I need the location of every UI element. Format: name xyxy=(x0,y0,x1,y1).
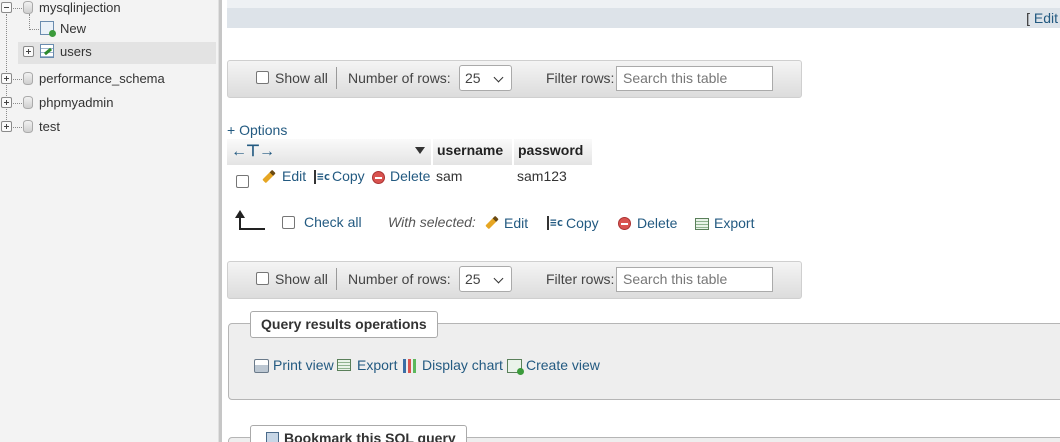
bookmark-legend[interactable]: Bookmark this SQL query xyxy=(250,425,467,442)
with-selected-label: With selected: xyxy=(388,214,476,230)
rows-label: Number of rows: xyxy=(348,70,451,86)
pencil-icon xyxy=(262,169,276,184)
column-resize-icon[interactable]: ←⊤→ xyxy=(231,141,275,161)
chevron-down-icon xyxy=(493,273,504,284)
row-delete-link[interactable]: Delete xyxy=(390,168,430,184)
filter-label: Filter rows: xyxy=(546,271,615,287)
chart-icon xyxy=(403,359,418,373)
column-header-username[interactable]: username xyxy=(433,139,513,165)
table-navigation-top: Show all Number of rows: 25 Filter rows:… xyxy=(227,60,802,98)
filter-search-input[interactable]: Search this table xyxy=(616,66,773,91)
show-all-label[interactable]: Show all xyxy=(275,271,328,287)
separator xyxy=(336,67,337,89)
pencil-icon xyxy=(485,215,499,230)
database-icon xyxy=(23,96,33,109)
create-view-link[interactable]: Create view xyxy=(526,357,600,373)
tree-item-label[interactable]: New xyxy=(60,21,86,36)
bookmark-icon xyxy=(266,432,279,442)
chevron-down-icon xyxy=(493,72,504,83)
separator xyxy=(336,268,337,290)
edit-inline-link[interactable]: [ Edit i xyxy=(1026,10,1060,26)
export-link[interactable]: Export xyxy=(357,357,397,373)
check-all-checkbox[interactable] xyxy=(282,216,295,229)
query-results-operations: Query results operations Print view Expo… xyxy=(228,311,1060,400)
column-header-password[interactable]: password xyxy=(514,139,593,165)
row-copy-link[interactable]: Copy xyxy=(332,168,365,184)
bulk-delete-button[interactable]: Delete xyxy=(637,215,677,231)
delete-icon xyxy=(372,171,385,184)
show-all-checkbox[interactable] xyxy=(256,272,269,285)
copy-icon: ≡c xyxy=(314,170,330,184)
rows-select-value: 25 xyxy=(465,271,481,287)
print-icon xyxy=(254,359,269,373)
collapse-icon[interactable] xyxy=(1,2,12,13)
copy-icon: ≡c xyxy=(547,216,563,230)
row-checkbox[interactable] xyxy=(236,175,249,188)
tree-item-users[interactable]: users xyxy=(18,42,216,64)
tree-item-test[interactable]: test xyxy=(0,117,216,139)
tree-item-label[interactable]: mysqlinjection xyxy=(39,0,121,15)
query-ops-legend: Query results operations xyxy=(250,311,438,338)
tree-item-performance-schema[interactable]: performance_schema xyxy=(0,69,216,91)
delete-icon xyxy=(618,217,631,230)
sql-query-bar: [ Edit i xyxy=(227,0,1060,28)
navigation-sidebar: mysqlinjection New users performance_sch… xyxy=(0,0,219,442)
display-chart-link[interactable]: Display chart xyxy=(422,357,503,373)
database-icon xyxy=(23,1,33,14)
expand-icon[interactable] xyxy=(1,97,12,108)
show-all-label[interactable]: Show all xyxy=(275,70,328,86)
sort-arrow-icon[interactable] xyxy=(415,147,425,154)
export-icon xyxy=(337,359,351,371)
print-view-link[interactable]: Print view xyxy=(273,357,334,373)
rows-select-value: 25 xyxy=(465,70,481,86)
row-edit-link[interactable]: Edit xyxy=(282,168,306,184)
tree-item-label[interactable]: users xyxy=(60,44,92,59)
tree-item-new[interactable]: New xyxy=(0,19,216,41)
tree-item-label[interactable]: performance_schema xyxy=(39,71,165,86)
check-all-link[interactable]: Check all xyxy=(304,214,362,230)
filter-label: Filter rows: xyxy=(546,70,615,86)
show-all-checkbox[interactable] xyxy=(256,71,269,84)
rows-select[interactable]: 25 xyxy=(459,266,512,292)
database-icon xyxy=(23,120,33,133)
expand-icon[interactable] xyxy=(23,46,34,57)
tree-item-phpmyadmin[interactable]: phpmyadmin xyxy=(0,93,216,115)
bookmark-query-section: Bookmark this SQL query xyxy=(228,425,1060,442)
tree-item-mysqlinjection[interactable]: mysqlinjection xyxy=(0,0,216,20)
table-navigation-bottom: Show all Number of rows: 25 Filter rows:… xyxy=(227,261,802,299)
arrow-up-icon xyxy=(235,210,265,230)
filter-search-input[interactable]: Search this table xyxy=(616,267,773,292)
create-view-icon xyxy=(507,359,524,375)
cell-password: sam123 xyxy=(517,168,567,184)
table-icon xyxy=(40,44,54,58)
column-controls-header: ←⊤→ xyxy=(227,139,432,165)
sidebar-resize-handle[interactable] xyxy=(219,0,222,442)
expand-icon[interactable] xyxy=(1,121,12,132)
bulk-edit-button[interactable]: Edit xyxy=(504,215,528,231)
tree-item-label[interactable]: phpmyadmin xyxy=(39,95,113,110)
database-icon xyxy=(23,72,33,85)
bulk-export-button[interactable]: Export xyxy=(714,215,754,231)
expand-icon[interactable] xyxy=(1,73,12,84)
main-content: [ Edit i Show all Number of rows: 25 Fil… xyxy=(227,0,1060,442)
tree-item-label[interactable]: test xyxy=(39,119,60,134)
rows-label: Number of rows: xyxy=(348,271,451,287)
export-icon xyxy=(695,218,709,230)
bulk-copy-button[interactable]: Copy xyxy=(566,215,599,231)
new-table-icon xyxy=(40,21,56,37)
cell-username: sam xyxy=(436,168,463,184)
options-link[interactable]: + Options xyxy=(227,122,287,138)
rows-select[interactable]: 25 xyxy=(459,65,512,91)
